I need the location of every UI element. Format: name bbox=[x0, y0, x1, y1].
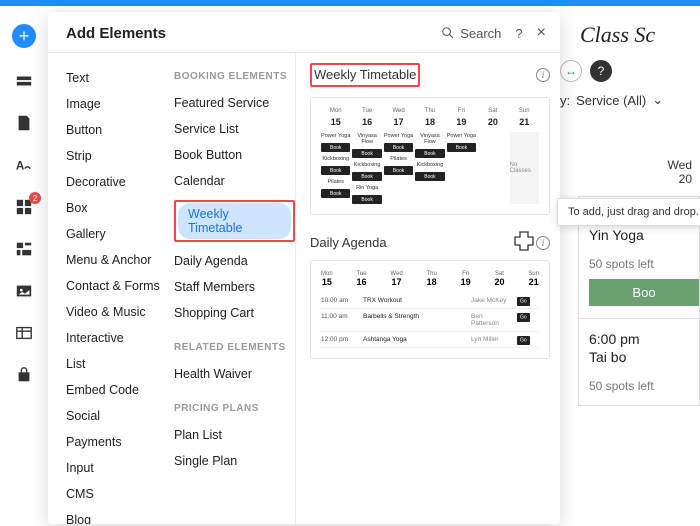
page-icon[interactable] bbox=[15, 114, 33, 132]
canvas-background: Class Sc ↔ ? y: Service (All) ⌄ Wed 20 2… bbox=[560, 6, 700, 526]
category-decorative[interactable]: Decorative bbox=[66, 169, 166, 195]
add-elements-panel: Add Elements Search ? × TextImageButtonS… bbox=[48, 12, 560, 524]
category-box[interactable]: Box bbox=[66, 195, 166, 221]
element-daily-agenda[interactable]: Daily Agenda bbox=[174, 248, 295, 274]
chevron-down-icon: ⌄ bbox=[652, 92, 663, 108]
category-interactive[interactable]: Interactive bbox=[66, 325, 166, 351]
search-button[interactable]: Search bbox=[441, 26, 501, 41]
element-book-button[interactable]: Book Button bbox=[174, 142, 295, 168]
category-video-music[interactable]: Video & Music bbox=[66, 299, 166, 325]
daily-agenda-preview[interactable]: Daily Agenda i Mon15Tue16Wed17Thu18Fri19… bbox=[310, 235, 550, 359]
element-plan-list[interactable]: Plan List bbox=[174, 422, 295, 448]
element-calendar[interactable]: Calendar bbox=[174, 168, 295, 194]
category-image[interactable]: Image bbox=[66, 91, 166, 117]
media-icon[interactable] bbox=[15, 282, 33, 300]
info-icon[interactable]: i bbox=[536, 236, 550, 250]
layout-icon[interactable] bbox=[15, 240, 33, 258]
left-toolbar: + A 2 bbox=[0, 6, 48, 526]
preview-title: Weekly Timetable bbox=[314, 67, 416, 82]
category-blog[interactable]: Blog bbox=[66, 507, 166, 524]
page-heading: Class Sc bbox=[580, 22, 700, 48]
store-icon[interactable] bbox=[15, 366, 33, 384]
filter-dropdown[interactable]: y: Service (All) ⌄ bbox=[560, 92, 700, 108]
preview-column: Weekly Timetable i Mon15Power YogaBookKi… bbox=[296, 53, 560, 524]
category-list: TextImageButtonStripDecorativeBoxGallery… bbox=[48, 53, 166, 524]
section-icon[interactable] bbox=[15, 72, 33, 90]
help-button[interactable]: ? bbox=[515, 26, 522, 41]
group-header: BOOKING ELEMENTS bbox=[174, 65, 295, 90]
element-shopping-cart[interactable]: Shopping Cart bbox=[174, 300, 295, 326]
element-staff-members[interactable]: Staff Members bbox=[174, 274, 295, 300]
date-header: Wed 20 bbox=[560, 158, 700, 186]
weekly-timetable-preview[interactable]: Weekly Timetable i Mon15Power YogaBookKi… bbox=[310, 63, 550, 215]
drag-tooltip: To add, just drag and drop. bbox=[557, 198, 700, 226]
drag-cursor-icon bbox=[512, 229, 536, 253]
element-single-plan[interactable]: Single Plan bbox=[174, 448, 295, 474]
data-icon[interactable] bbox=[15, 324, 33, 342]
add-button[interactable]: + bbox=[12, 24, 36, 48]
category-embed-code[interactable]: Embed Code bbox=[66, 377, 166, 403]
category-text[interactable]: Text bbox=[66, 65, 166, 91]
class-slot[interactable]: 6:00 pmTai bo50 spots left bbox=[578, 319, 700, 406]
panel-header: Add Elements Search ? × bbox=[48, 12, 560, 53]
category-cms[interactable]: CMS bbox=[66, 481, 166, 507]
search-icon bbox=[441, 26, 455, 40]
group-header: RELATED ELEMENTS bbox=[174, 336, 295, 361]
category-payments[interactable]: Payments bbox=[66, 429, 166, 455]
element-health-waiver[interactable]: Health Waiver bbox=[174, 361, 295, 387]
category-menu-anchor[interactable]: Menu & Anchor bbox=[66, 247, 166, 273]
element-featured-service[interactable]: Featured Service bbox=[174, 90, 295, 116]
text-style-icon[interactable]: A bbox=[15, 156, 33, 174]
category-list[interactable]: List bbox=[66, 351, 166, 377]
preview-title: Daily Agenda bbox=[310, 235, 387, 250]
category-input[interactable]: Input bbox=[66, 455, 166, 481]
group-header: PRICING PLANS bbox=[174, 397, 295, 422]
panel-title: Add Elements bbox=[66, 25, 441, 42]
element-service-list[interactable]: Service List bbox=[174, 116, 295, 142]
element-list: BOOKING ELEMENTSFeatured ServiceService … bbox=[166, 53, 296, 524]
category-contact-forms[interactable]: Contact & Forms bbox=[66, 273, 166, 299]
close-button[interactable]: × bbox=[537, 24, 546, 42]
help-icon[interactable]: ? bbox=[590, 60, 612, 82]
svg-text:A: A bbox=[16, 160, 25, 173]
category-gallery[interactable]: Gallery bbox=[66, 221, 166, 247]
element-weekly-timetable[interactable]: Weekly Timetable bbox=[174, 194, 295, 248]
badge: 2 bbox=[29, 192, 41, 204]
info-icon[interactable]: i bbox=[536, 68, 550, 82]
apps-icon[interactable]: 2 bbox=[15, 198, 33, 216]
category-button[interactable]: Button bbox=[66, 117, 166, 143]
book-button[interactable]: Boo bbox=[589, 279, 699, 306]
category-strip[interactable]: Strip bbox=[66, 143, 166, 169]
category-social[interactable]: Social bbox=[66, 403, 166, 429]
stretch-icon[interactable]: ↔ bbox=[560, 60, 582, 82]
